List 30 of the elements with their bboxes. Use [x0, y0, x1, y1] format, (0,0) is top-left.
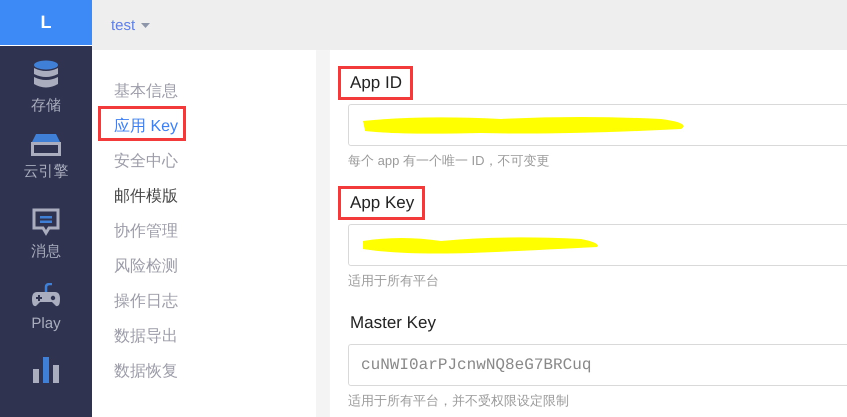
nav-label[interactable]: 存储 — [31, 96, 61, 115]
help-text: 每个 app 有一个唯一 ID，不可变更 — [348, 152, 550, 170]
submenu-item[interactable]: 邮件模版 — [98, 176, 186, 211]
app-switcher[interactable]: test — [111, 16, 150, 34]
nav-label[interactable]: 消息 — [31, 242, 61, 262]
bar-chart-icon[interactable] — [32, 356, 60, 383]
gamepad-icon[interactable] — [31, 282, 61, 309]
caret-icon — [141, 22, 150, 28]
help-text: 适用于所有平台 — [348, 272, 439, 290]
help-text: 适用于所有平台，并不受权限设定限制 — [348, 392, 569, 410]
submenu-item[interactable]: 安全中心 — [98, 141, 186, 176]
field-label: Master Key — [349, 312, 437, 334]
submenu-item[interactable]: 基本信息 — [98, 71, 186, 106]
nav-label[interactable]: 云引擎 — [24, 162, 68, 182]
message-icon[interactable] — [32, 208, 60, 236]
input-field[interactable]: cuNWI0arPJcnwNQ8eG7BRCuq — [348, 344, 847, 386]
submenu-item[interactable]: 数据导出 — [98, 316, 186, 351]
input-field[interactable] — [348, 104, 847, 146]
field-label: App Key — [338, 186, 426, 220]
submenu-item[interactable]: 风险检测 — [98, 246, 186, 281]
logo[interactable]: L — [0, 0, 92, 46]
submenu-item[interactable]: 数据恢复 — [98, 351, 186, 386]
database-icon[interactable] — [33, 60, 59, 90]
submenu-item[interactable]: 应用 Key — [98, 106, 186, 141]
nav-label[interactable]: Play — [31, 314, 61, 332]
field-label: App ID — [338, 66, 413, 100]
submenu-item[interactable]: 操作日志 — [98, 281, 186, 316]
submenu-item[interactable]: 协作管理 — [98, 211, 186, 246]
server-icon[interactable] — [31, 134, 61, 156]
input-field[interactable] — [348, 224, 847, 266]
